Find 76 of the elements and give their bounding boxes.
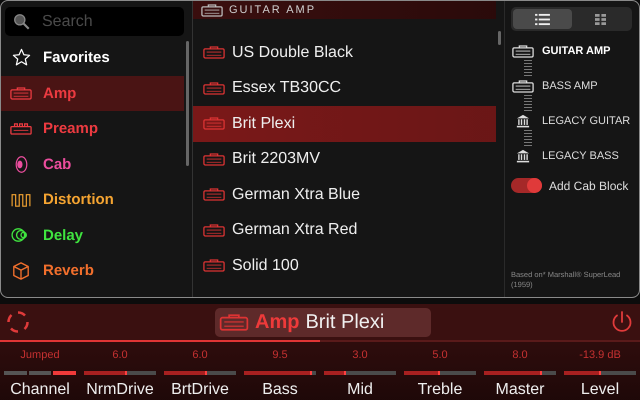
category-item[interactable]: Distortion <box>1 182 184 218</box>
power-icon <box>610 310 634 334</box>
category-item[interactable]: Delay <box>1 218 184 253</box>
param-name: Treble <box>418 381 462 399</box>
grid-icon <box>595 14 606 24</box>
selector-segment[interactable] <box>28 371 52 375</box>
param-name: Channel <box>10 381 70 399</box>
scrollbar[interactable] <box>186 41 189 166</box>
amp-type-item[interactable]: BASS AMP <box>511 77 632 95</box>
block-selector[interactable]: Amp Brit Plexi <box>215 308 431 336</box>
model-item[interactable]: Brit Plexi <box>193 106 496 142</box>
category-item[interactable]: Reverb <box>1 253 184 288</box>
param-reading: 5.0 <box>432 349 448 362</box>
ring-icon[interactable] <box>6 310 30 334</box>
slider-fill[interactable] <box>84 371 128 375</box>
model-item[interactable]: German Xtra Blue <box>193 177 496 212</box>
amp-type-item[interactable]: LEGACY GUITAR <box>511 112 632 130</box>
amp-icon <box>219 314 249 330</box>
slider-track[interactable] <box>404 371 476 375</box>
model-item[interactable]: Brit 2203MV <box>193 142 496 177</box>
amp-type-item[interactable]: LEGACY BASS <box>511 147 632 165</box>
param-name: BrtDrive <box>171 381 229 399</box>
model-item[interactable]: Solid 100 <box>193 248 496 284</box>
slider-fill[interactable] <box>404 371 440 375</box>
power-button[interactable] <box>610 310 634 334</box>
param-reading: 3.0 <box>352 349 368 362</box>
category-item[interactable]: Favorites <box>1 40 184 76</box>
param-reading: 6.0 <box>192 349 208 362</box>
amp-icon <box>203 117 225 130</box>
amp-icon <box>512 44 534 58</box>
amp-icon <box>512 80 534 92</box>
amp-icon <box>203 46 225 60</box>
category-item[interactable]: Cab <box>1 146 184 182</box>
slider-fill[interactable] <box>324 371 346 375</box>
slider-track[interactable] <box>564 371 636 375</box>
block-model: Brit Plexi <box>305 310 384 334</box>
list-view-button[interactable] <box>513 9 572 29</box>
search-field[interactable]: Search <box>5 7 184 36</box>
param-reading: Jumped <box>20 349 60 362</box>
category-item[interactable]: Preamp <box>1 111 184 146</box>
amp-icon <box>203 259 225 272</box>
amp-icon <box>203 152 225 166</box>
param-name: Bass <box>262 381 298 399</box>
param-reading: 9.5 <box>272 349 288 362</box>
amp-type-item[interactable]: GUITAR AMP <box>511 42 632 60</box>
param-name: Level <box>580 381 620 399</box>
param-name: NrmDrive <box>86 381 154 399</box>
toggle-label: Add Cab Block <box>549 178 628 192</box>
selector-segment[interactable] <box>53 371 76 375</box>
slider-fill[interactable] <box>564 371 602 375</box>
amp-icon <box>203 224 225 237</box>
param-reading: -13.9 dB <box>579 349 621 362</box>
amp-icon <box>203 82 225 95</box>
block-category: Amp <box>255 310 300 334</box>
slider-track[interactable] <box>164 371 236 375</box>
scrollbar[interactable] <box>498 31 501 45</box>
param-reading: 6.0 <box>112 349 128 362</box>
model-item[interactable]: Essex TB30CC <box>193 70 496 106</box>
model-item[interactable]: US Double Black <box>193 35 496 70</box>
slider-track[interactable] <box>84 371 156 375</box>
amp-icon <box>201 4 223 16</box>
bank-icon <box>516 114 530 128</box>
amp-icon <box>203 188 225 202</box>
param-name: Mid <box>347 381 373 399</box>
slider-fill[interactable] <box>164 371 208 375</box>
slider-track[interactable] <box>324 371 396 375</box>
section-header: GUITAR AMP <box>193 1 496 19</box>
param-name: Master <box>496 381 544 399</box>
bank-icon <box>516 149 530 163</box>
toggle-switch[interactable] <box>511 178 542 193</box>
slider-track[interactable] <box>484 371 556 375</box>
slider-fill[interactable] <box>484 371 542 375</box>
model-item[interactable]: German Xtra Red <box>193 212 496 248</box>
param-reading: 8.0 <box>512 349 528 362</box>
category-item[interactable]: Amp <box>1 76 184 111</box>
list-icon <box>534 12 550 26</box>
